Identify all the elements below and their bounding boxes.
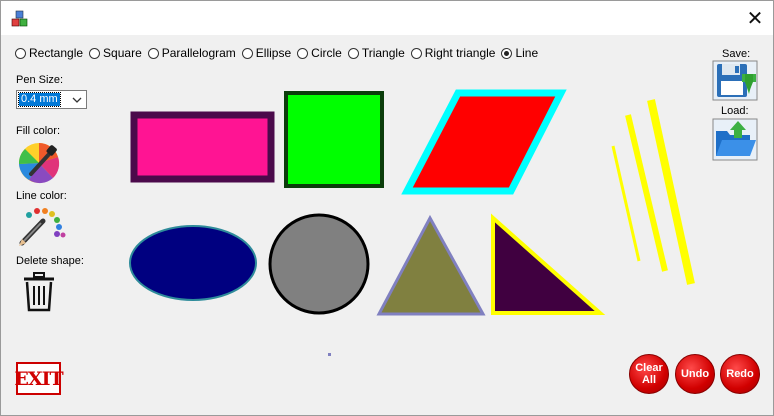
ellipse-shape — [129, 225, 257, 301]
square-shape — [284, 91, 384, 188]
clear-all-button[interactable]: Clear All — [629, 354, 669, 394]
redo-label: Redo — [726, 368, 754, 380]
undo-button[interactable]: Undo — [675, 354, 715, 394]
parallelogram-shape — [401, 89, 567, 195]
clear-all-label-line2: All — [641, 374, 657, 386]
undo-label: Undo — [680, 368, 710, 380]
line-shape — [647, 99, 695, 285]
app-window: ✕ Rectangle Square Parallelogram Ellipse… — [0, 0, 774, 416]
circle-shape — [268, 213, 370, 315]
rectangle-shape — [130, 111, 275, 183]
right-triangle-shape — [491, 213, 606, 315]
dot-shape — [328, 353, 331, 356]
drawing-canvas[interactable] — [1, 1, 773, 415]
exit-button[interactable]: EXIT — [14, 362, 64, 395]
triangle-shape — [376, 214, 486, 316]
line-shape — [611, 145, 641, 262]
exit-label: EXIT — [14, 367, 63, 390]
clear-all-label-line1: Clear — [635, 362, 663, 374]
redo-button[interactable]: Redo — [720, 354, 760, 394]
